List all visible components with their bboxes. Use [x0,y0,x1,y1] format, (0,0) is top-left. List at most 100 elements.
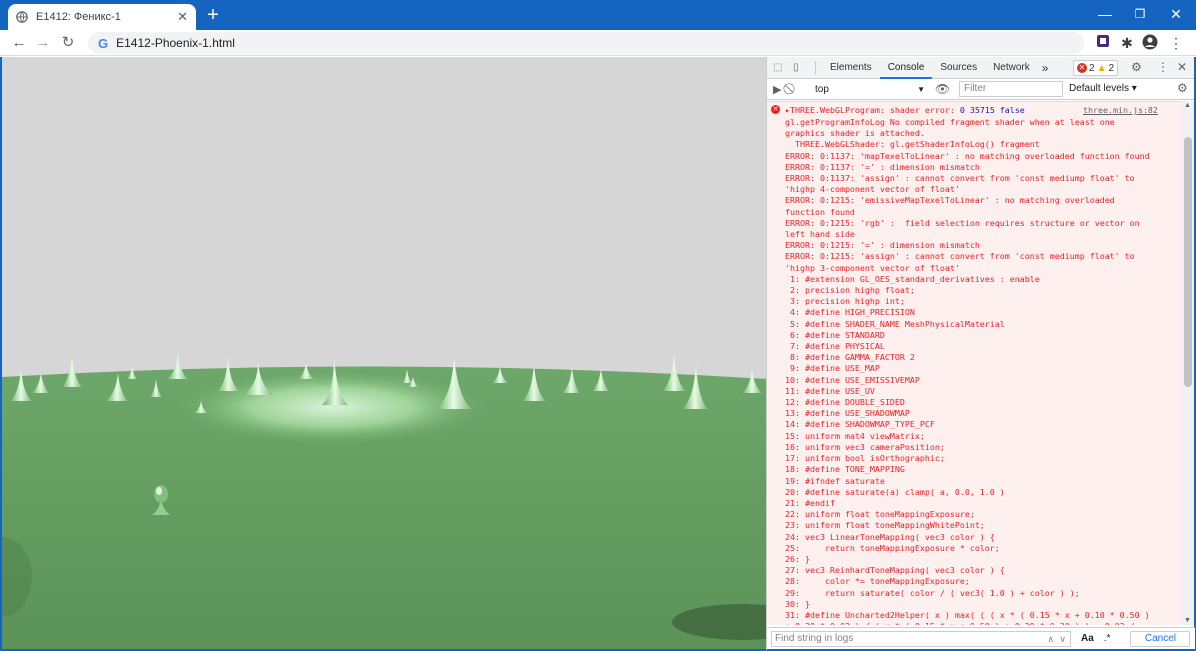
log-line: 18: #define TONE_MAPPING [785,464,905,475]
extension-icon[interactable] [1094,34,1112,52]
log-line: 26: } [785,553,810,564]
log-line: 19: #ifndef saturate [785,475,885,486]
webgl-canvas[interactable] [0,57,766,651]
log-line: function found [785,206,855,217]
log-line: 30: } [785,598,810,609]
context-value: top [815,84,829,95]
log-line: ERROR: 0:1215: 'emissiveMapTexelToLinear… [785,195,1115,206]
log-line: 23: uniform float toneMappingWhitePoint; [785,520,985,531]
log-line: 7: #define PHYSICAL [785,341,885,352]
log-line: ERROR: 0:1215: 'rgb' : field selection r… [785,217,1140,228]
forward-button[interactable]: → [33,33,53,53]
tab-console[interactable]: Console [879,57,933,79]
tab-elements[interactable]: Elements [822,57,880,79]
close-devtools-icon[interactable]: ✕ [1177,60,1187,74]
device-toolbar-icon[interactable]: ▯ [793,62,809,73]
log-line: gl.getProgramInfoLog No compiled fragmen… [785,117,1115,127]
log-line: 15: uniform mat4 viewMatrix; [785,430,925,441]
eye-icon[interactable]: 👁 [935,82,950,96]
log-line: ERROR: 0:1137: 'assign' : cannot convert… [785,173,1135,184]
log-line: ERROR: 0:1137: '=' : dimension mismatch [785,161,980,172]
log-line: 3: precision highp int; [785,296,905,307]
find-input[interactable]: Find string in logs ∧ ∨ [771,630,1071,647]
log-line: 6: #define STANDARD [785,329,885,340]
log-line: 16: uniform vec3 cameraPosition; [785,441,945,452]
devtools-menu-icon[interactable]: ⋮ [1157,60,1169,74]
warning-icon: ▲ [1096,62,1107,74]
url-text: E1412-Phoenix-1.html [116,36,235,50]
sidebar-toggle-icon[interactable]: ▶ [773,83,781,96]
source-link[interactable]: three.min.js:82 [1083,105,1158,115]
log-line: 14: #define SHADOWMAP_TYPE_PCF [785,419,935,430]
minimize-button[interactable]: — [1086,0,1124,28]
inspect-icon[interactable]: ⬚ [773,62,789,73]
scroll-down-icon[interactable]: ▼ [1184,617,1191,624]
issues-counter[interactable]: ✕ 2 ▲ 2 [1073,60,1119,76]
settings-gear-icon[interactable]: ⚙ [1131,60,1142,74]
console-messages[interactable]: ✕ ▸THREE.WebGLProgram: shader error: 0 3… [767,101,1181,625]
log-line: + 0.20 * 0.02 ) / ( x * ( 0.15 * x + 0.5… [785,621,1181,625]
log-line: 28: color *= toneMappingExposure; [785,576,970,587]
log-line: 5: #define SHADER_NAME MeshPhysicalMater… [785,318,1005,329]
scrollbar-thumb[interactable] [1184,137,1192,387]
profile-icon[interactable] [1141,34,1159,52]
log-line: ERROR: 0:1137: 'mapTexelToLinear' : no m… [785,150,1150,161]
log-line: ERROR: 0:1215: '=' : dimension mismatch [785,240,980,251]
match-case-button[interactable]: Aa [1081,633,1094,644]
log-line: 17: uniform bool isOrthographic; [785,453,945,464]
back-button[interactable]: ← [9,33,29,53]
log-line: graphics shader is attached. [785,128,925,139]
tab-title: E1412: Феникс-1 [36,11,121,23]
log-line: 8: #define GAMMA_FACTOR 2 [785,352,915,363]
warning-count: 2 [1108,62,1115,74]
new-tab-button[interactable]: + [203,4,223,26]
reload-button[interactable]: ↻ [58,33,78,53]
close-window-button[interactable]: ✕ [1157,0,1195,28]
log-line: 10: #define USE_EMISSIVEMAP [785,374,920,385]
console-toolbar: ▶ ⃠ top ▼ 👁 Filter Default levels ▾ ⚙ [767,79,1194,100]
error-icon: ✕ [771,105,780,114]
scroll-up-icon[interactable]: ▲ [1184,102,1191,109]
log-line: 13: #define USE_SHADOWMAP [785,408,910,419]
filter-input[interactable]: Filter [959,81,1063,97]
context-select[interactable]: top ▼ [815,82,925,97]
log-line: 'highp 3-component vector of float' [785,262,960,273]
find-placeholder: Find string in logs [775,632,854,644]
log-line: ERROR: 0:1215: 'assign' : cannot convert… [785,251,1135,262]
kebab-menu-icon[interactable]: ⋮ [1167,34,1185,52]
log-line: 'highp 4-component vector of float' [785,184,960,195]
console-settings-icon[interactable]: ⚙ [1177,81,1188,95]
log-line: 22: uniform float toneMappingExposure; [785,509,975,520]
tab-sources[interactable]: Sources [932,57,985,79]
browser-tab[interactable]: E1412: Феникс-1 ✕ [8,4,196,30]
log-line: 24: vec3 LinearToneMapping( vec3 color )… [785,531,995,542]
regex-button[interactable]: .* [1104,633,1111,644]
find-next-icon[interactable]: ∨ [1059,632,1066,646]
tab-network[interactable]: Network [985,57,1038,79]
log-line: 27: vec3 ReinhardToneMapping( vec3 color… [785,565,1005,576]
log-line: 1: #extension GL_OES_standard_derivative… [785,273,1040,284]
console-scrollbar[interactable]: ▲ ▼ [1181,101,1194,625]
dropdown-arrow-icon: ▼ [917,85,925,94]
scene-render [2,57,766,649]
find-in-logs-bar: Find string in logs ∧ ∨ Aa .* Cancel [767,627,1195,649]
log-line: 12: #define DOUBLE_SIDED [785,397,905,408]
log-line: 20: #define saturate(a) clamp( a, 0.0, 1… [785,486,1005,497]
error-head-text: THREE.WebGLProgram: shader error: [790,105,955,115]
log-line: 29: return saturate( color / ( vec3( 1.0… [785,587,1080,598]
maximize-button[interactable]: ❐ [1121,0,1159,28]
title-bar: E1412: Феникс-1 ✕ + — ❐ ✕ [0,0,1196,30]
log-line: 31: #define Uncharted2Helper( x ) max( (… [785,609,1150,620]
cancel-button[interactable]: Cancel [1130,630,1191,647]
close-tab-icon[interactable]: ✕ [177,9,188,25]
address-bar[interactable]: G E1412-Phoenix-1.html [88,32,1084,54]
error-header[interactable]: ▸THREE.WebGLProgram: shader error: 0 357… [785,105,1025,115]
more-tabs-icon[interactable]: » [1038,61,1053,75]
puzzle-icon[interactable]: ✱ [1118,34,1136,52]
log-levels-select[interactable]: Default levels ▾ [1069,83,1137,94]
error-icon: ✕ [1077,63,1087,73]
log-line: THREE.WebGLShader: gl.getShaderInfoLog()… [785,139,1040,150]
log-line: left hand side [785,229,855,240]
log-line: 4: #define HIGH_PRECISION [785,307,915,318]
find-prev-icon[interactable]: ∧ [1047,632,1054,646]
